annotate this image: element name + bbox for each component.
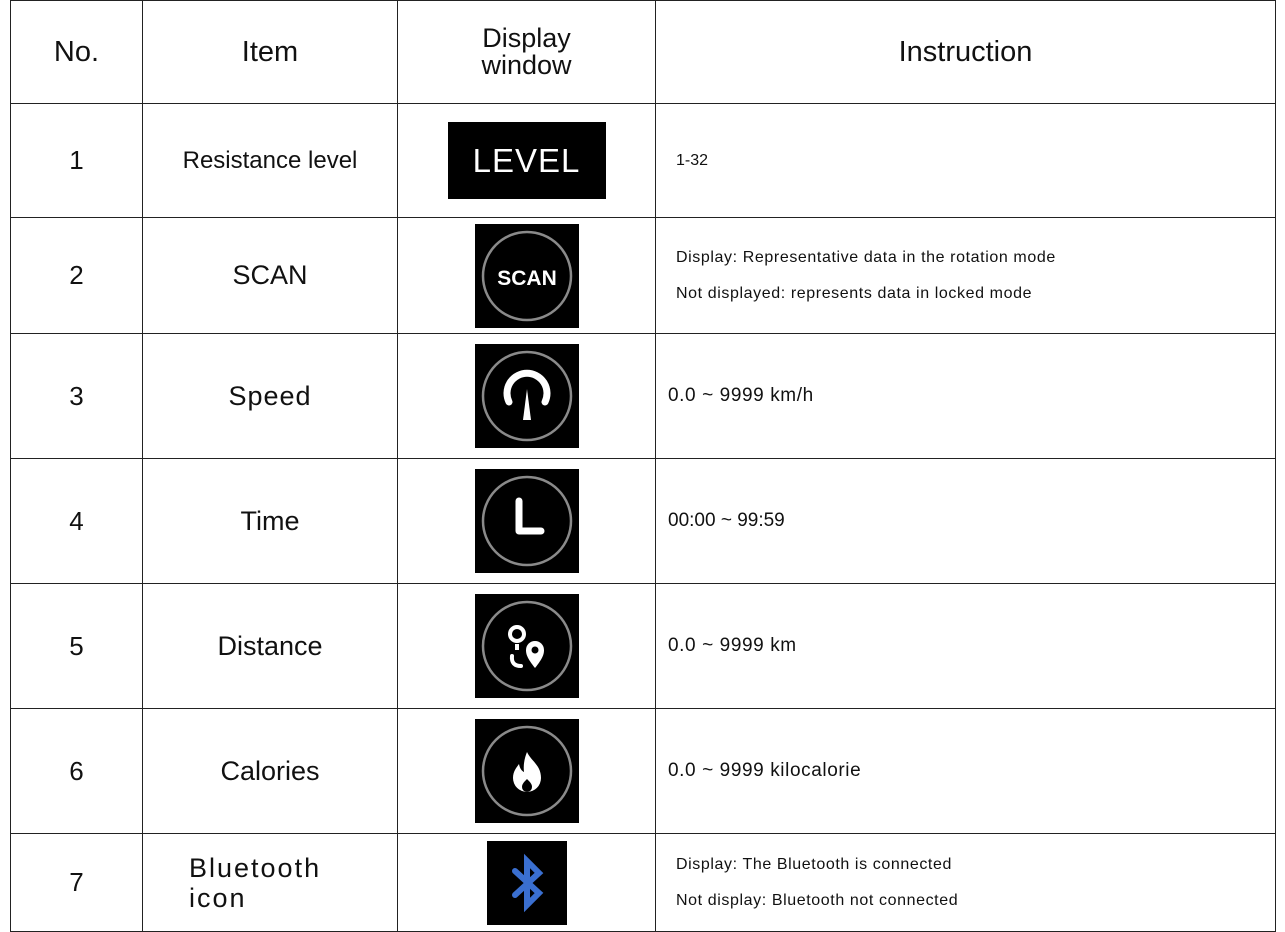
route-pin-icon [474,594,579,698]
item-name-line1: Bluetooth [189,852,322,883]
scan-icon-label: SCAN [497,267,557,290]
display-window-cell: SCAN [397,217,656,334]
instruction-line: Display: The Bluetooth is connected [676,855,952,873]
display-window-cell [397,333,656,459]
instruction-text: 00:00 ~ 99:59 [655,458,1276,584]
table-row: 3 Speed 0.0 ~ 9999 km/h [10,333,1276,459]
table-row: 6 Calories 0.0 ~ 9999 kilocalorie [10,708,1276,834]
table-row: 1 Resistance level LEVEL 1-32 [10,103,1276,218]
item-name: Bluetooth icon [142,833,398,932]
instruction-line: Display: Representative data in the rota… [676,248,1056,266]
header-instruction: Instruction [655,0,1276,104]
display-window-cell: LEVEL [397,103,656,218]
instruction-line: 0.0 ~ 9999 kilocalorie [668,760,862,781]
table-row: 5 Distance 0.0 ~ 9999 km [10,583,1276,709]
instruction-text: Display: Representative data in the rota… [655,217,1276,334]
item-name: Resistance level [142,103,398,218]
scan-icon: SCAN [474,223,579,328]
row-number: 5 [10,583,143,709]
speedometer-icon [474,344,579,448]
instruction-line: 1-32 [676,151,709,169]
feature-table: No. Item Display window Instruction 1 Re… [10,0,1276,932]
instruction-line: 00:00 ~ 99:59 [668,510,785,531]
display-window-cell [397,708,656,834]
instruction-text: 0.0 ~ 9999 km [655,583,1276,709]
table-row: 4 Time 00:00 ~ 99:59 [10,458,1276,584]
level-display-icon: LEVEL [447,122,606,199]
instruction-line: 0.0 ~ 9999 km [668,635,797,656]
item-name: SCAN [142,217,398,334]
header-row: No. Item Display window Instruction [10,0,1276,104]
row-number: 2 [10,217,143,334]
header-display-line1: Display [482,23,571,53]
instruction-text: 1-32 [655,103,1276,218]
item-name: Calories [142,708,398,834]
row-number: 6 [10,708,143,834]
header-item: Item [142,0,398,104]
header-display-window: Display window [397,0,656,104]
row-number: 4 [10,458,143,584]
instruction-line: Not display: Bluetooth not connected [676,891,959,909]
instruction-text: 0.0 ~ 9999 kilocalorie [655,708,1276,834]
display-window-cell [397,833,656,932]
table-row: 2 SCAN SCAN Display: Representative data… [10,217,1276,334]
table-row: 7 Bluetooth icon Display: The Bluetooth … [10,833,1276,932]
bluetooth-icon [486,840,567,925]
header-no: No. [10,0,143,104]
item-name: Distance [142,583,398,709]
item-name: Time [142,458,398,584]
display-window-cell [397,458,656,584]
display-window-cell [397,583,656,709]
header-display-line2: window [481,50,572,80]
row-number: 7 [10,833,143,932]
instruction-text: 0.0 ~ 9999 km/h [655,333,1276,459]
instruction-text: Display: The Bluetooth is connected Not … [655,833,1276,932]
instruction-line: Not displayed: represents data in locked… [676,284,1033,302]
row-number: 1 [10,103,143,218]
flame-icon [474,719,579,823]
instruction-line: 0.0 ~ 9999 km/h [668,385,814,406]
clock-icon [474,469,579,573]
item-name: Speed [142,333,398,459]
item-name-line2: icon [189,882,247,913]
row-number: 3 [10,333,143,459]
